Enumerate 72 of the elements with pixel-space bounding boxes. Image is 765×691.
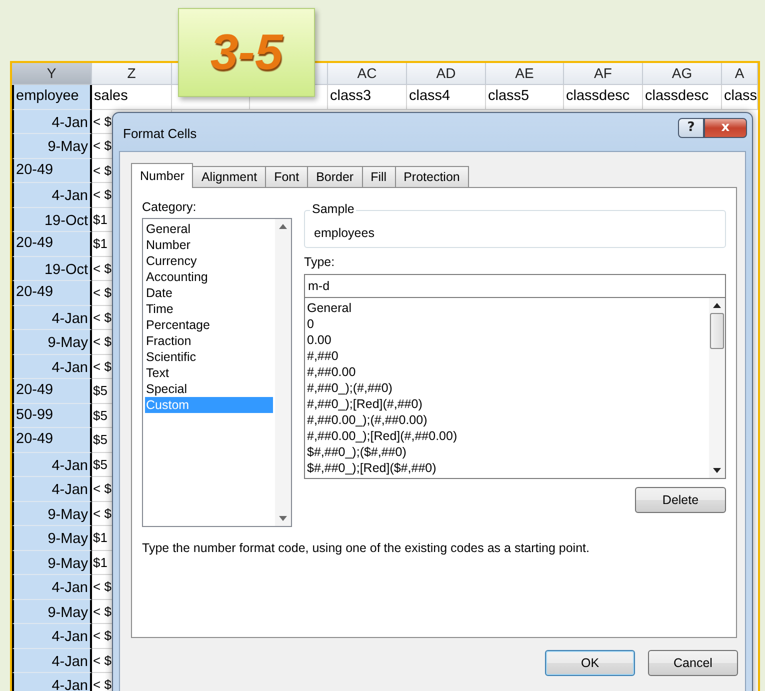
list-item[interactable]: #,##0.00 <box>307 364 707 380</box>
list-item[interactable]: General <box>307 300 707 316</box>
type-label: Type: <box>304 255 336 269</box>
column-header[interactable]: Y <box>12 63 92 84</box>
scroll-up-icon[interactable] <box>713 303 721 308</box>
column-header[interactable]: A <box>722 63 758 84</box>
table-cell: 50-99 <box>12 404 92 428</box>
table-cell: 9-May <box>12 330 92 354</box>
step-badge: 3-5 <box>178 8 315 97</box>
table-cell: class5 <box>486 85 564 110</box>
table-cell: 4-Jan <box>12 477 92 502</box>
table-cell: 4-Jan <box>12 452 92 477</box>
list-item[interactable]: #,##0_);(#,##0) <box>307 380 707 396</box>
cancel-button[interactable]: Cancel <box>648 650 738 676</box>
table-cell: class4 <box>407 85 486 110</box>
table-cell: 20-49 <box>12 428 92 452</box>
column-header[interactable]: AE <box>486 63 564 84</box>
scroll-down-icon[interactable] <box>713 468 721 473</box>
sample-label: Sample <box>310 202 356 216</box>
table-cell: classdesc <box>564 85 643 110</box>
table-cell: 4-Jan <box>12 673 92 691</box>
column-header[interactable]: AF <box>564 63 643 84</box>
scrollbar-thumb[interactable] <box>710 313 724 349</box>
table-cell: employee <box>12 85 92 110</box>
sample-value: employees <box>314 226 374 240</box>
tab[interactable]: Border <box>307 166 363 187</box>
table-cell: sales <box>92 85 172 110</box>
tab[interactable]: Number <box>131 163 194 188</box>
tab[interactable]: Font <box>265 166 308 187</box>
list-item[interactable]: $#,##0_);[Red]($#,##0) <box>307 460 707 476</box>
tab[interactable]: Alignment <box>192 166 266 187</box>
table-cell: 4-Jan <box>12 354 92 379</box>
list-item[interactable]: 0.00 <box>307 332 707 348</box>
table-cell: 4-Jan <box>12 110 92 134</box>
table-cell: 9-May <box>12 526 92 550</box>
list-item[interactable]: #,##0_);[Red](#,##0) <box>307 396 707 412</box>
table-cell: 4-Jan <box>12 648 92 673</box>
table-cell: 9-May <box>12 600 92 624</box>
format-list[interactable]: General 0 0.00 #,##0 #,##0.00 #,##0_);(#,##0) #,##0_);[Red](#,##0) #,##0.00_);(#,##0.00) #,##0.00_);[Red](#,##0.00) $#,##0_);($#,##0) $#,##0_);[Red]($#,##0) <box>304 298 726 479</box>
table-cell: 19-Oct <box>12 208 92 232</box>
list-item[interactable]: $#,##0_);($#,##0) <box>307 444 707 460</box>
tab[interactable]: Protection <box>394 166 469 187</box>
table-cell: class3 <box>328 85 407 110</box>
list-item[interactable]: #,##0.00_);(#,##0.00) <box>307 412 707 428</box>
table-cell: 4-Jan <box>12 624 92 648</box>
list-item[interactable]: #,##0 <box>307 348 707 364</box>
close-button[interactable]: x <box>704 118 747 138</box>
list-item[interactable]: #,##0.00_);[Red](#,##0.00) <box>307 428 707 444</box>
table-cell: 20-49 <box>12 158 92 183</box>
column-header[interactable]: Z <box>92 63 172 84</box>
help-button[interactable]: ? <box>678 118 704 138</box>
table-cell: 4-Jan <box>12 183 92 208</box>
column-header[interactable]: AC <box>328 63 407 84</box>
table-cell: classdesc <box>643 85 722 110</box>
table-cell: 9-May <box>12 134 92 158</box>
table-cell: 9-May <box>12 502 92 526</box>
table-cell: 4-Jan <box>12 575 92 600</box>
table-cell: 19-Oct <box>12 256 92 281</box>
category-list[interactable]: General Number Currency Accounting Date Time Percentage Fraction Scientific Text Special Custom <box>142 218 292 527</box>
column-header[interactable]: AG <box>643 63 722 84</box>
delete-button[interactable]: Delete <box>635 487 726 513</box>
table-cell: 20-49 <box>12 281 92 306</box>
table-cell: 20-49 <box>12 232 92 256</box>
column-header[interactable]: AD <box>407 63 486 84</box>
table-cell: 9-May <box>12 550 92 575</box>
table-cell: 20-49 <box>12 379 92 404</box>
tab[interactable]: Fill <box>362 166 396 187</box>
list-item[interactable]: 0 <box>307 316 707 332</box>
type-field[interactable]: m-d <box>304 274 726 298</box>
table-cell: 4-Jan <box>12 306 92 330</box>
table-cell: class <box>722 85 758 110</box>
ok-button[interactable]: OK <box>545 650 635 676</box>
